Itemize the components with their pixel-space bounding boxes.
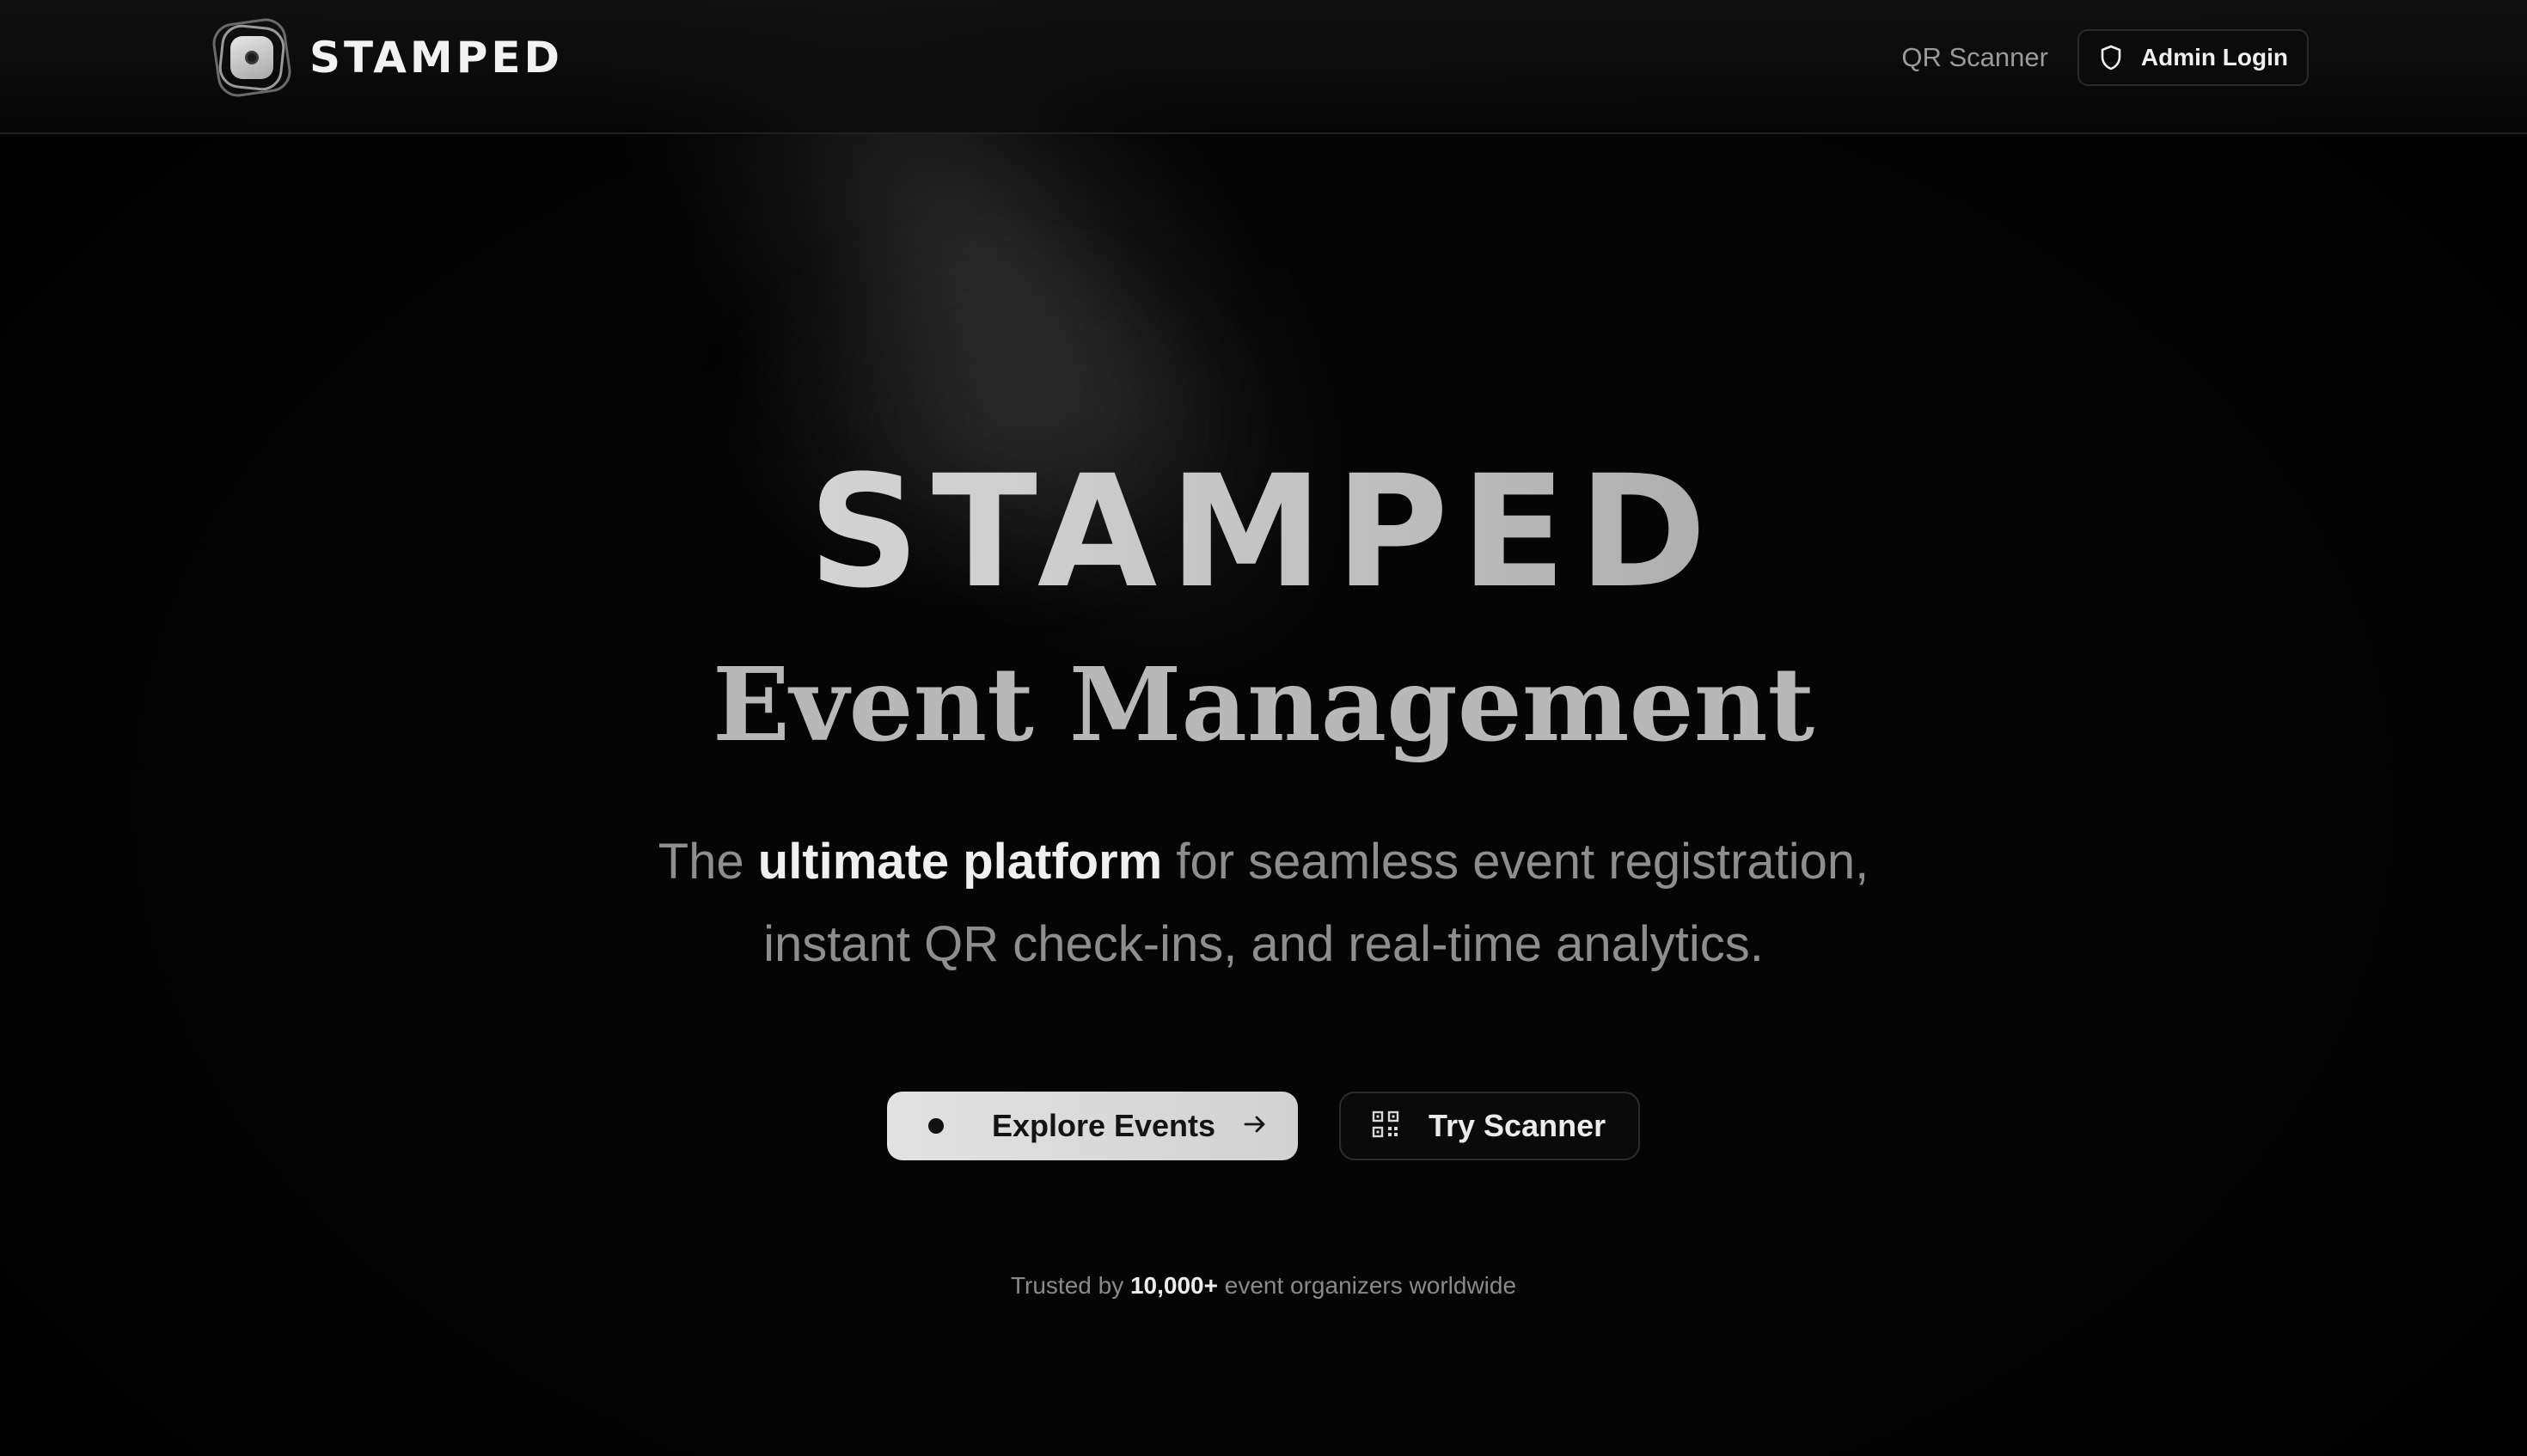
explore-events-button[interactable]: Explore Events	[887, 1092, 1298, 1160]
explore-events-label: Explore Events	[991, 1108, 1216, 1143]
hero-description: The ultimate platform for seamless event…	[533, 821, 1994, 986]
hero-subtitle: Event Management	[712, 645, 1815, 764]
brand-logo-link[interactable]: STAMPED	[210, 15, 563, 100]
nav-qr-scanner-link[interactable]: QR Scanner	[1901, 42, 2048, 73]
brand-name: STAMPED	[309, 33, 563, 83]
arrow-right-icon	[1243, 1114, 1267, 1139]
shield-icon	[2100, 45, 2122, 70]
desc-part2: for seamless event registration,	[1162, 834, 1869, 890]
admin-login-button[interactable]: Admin Login	[2077, 29, 2309, 86]
trusted-count: 10,000+	[1129, 1272, 1218, 1299]
try-scanner-label: Try Scanner	[1429, 1108, 1606, 1143]
landing-page: STAMPED QR Scanner Admin Login STAMPED E…	[0, 0, 2527, 1456]
hero-title: STAMPED	[0, 456, 2527, 610]
trusted-by-text: Trusted by 10,000+ event organizers worl…	[0, 1272, 2527, 1300]
trusted-prefix: Trusted by	[1010, 1272, 1130, 1299]
cta-row: Explore Events Try Scanner	[0, 1092, 2527, 1160]
top-navbar: STAMPED QR Scanner Admin Login	[0, 0, 2527, 134]
desc-bold: ultimate platform	[757, 834, 1163, 890]
spotlight-glow	[602, 120, 1375, 722]
admin-login-label: Admin Login	[2140, 44, 2288, 70]
qr-code-icon	[1372, 1110, 1399, 1142]
trusted-suffix: event organizers worldwide	[1217, 1272, 1517, 1299]
main-nav: QR Scanner Admin Login	[1901, 29, 2309, 86]
try-scanner-button[interactable]: Try Scanner	[1339, 1092, 1640, 1160]
desc-part1: The	[658, 834, 758, 890]
stamped-logo-icon	[210, 15, 294, 100]
desc-line2: instant QR check-ins, and real-time anal…	[763, 916, 1764, 972]
dot-icon	[928, 1118, 944, 1134]
